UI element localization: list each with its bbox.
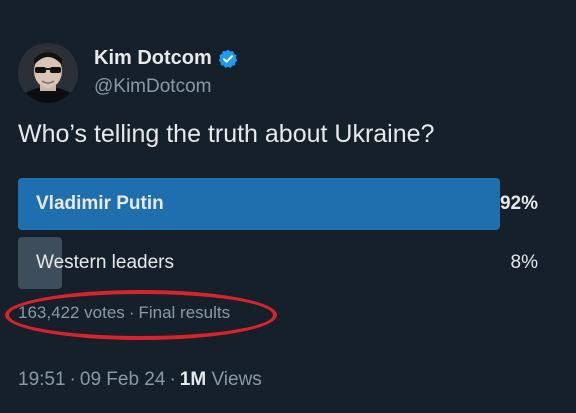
verified-badge-icon[interactable] xyxy=(218,49,238,69)
tweet-date[interactable]: 09 Feb 24 xyxy=(80,369,166,390)
author-handle[interactable]: @KimDotcom xyxy=(94,76,211,98)
tweet-text: Who’s telling the truth about Ukraine? xyxy=(18,120,435,148)
tweet: Kim Dotcom @KimDotcom Who’s telling the … xyxy=(0,0,576,413)
views-label: Views xyxy=(211,369,262,390)
poll-option-label: Vladimir Putin xyxy=(36,193,164,214)
poll-option-vladimir-putin: Vladimir Putin 92% xyxy=(18,178,542,230)
meta-separator: · xyxy=(169,369,176,390)
poll-option-percent: 92% xyxy=(499,193,538,214)
tweet-meta: 19:51 · 09 Feb 24 · 1M Views xyxy=(18,369,262,391)
poll-option-percent: 8% xyxy=(510,252,538,273)
avatar[interactable] xyxy=(18,43,78,103)
tweet-time[interactable]: 19:51 xyxy=(18,369,66,390)
author-name-row: Kim Dotcom xyxy=(94,47,238,70)
views-count[interactable]: 1M xyxy=(180,369,206,390)
red-highlight-circle xyxy=(5,290,277,340)
author-name[interactable]: Kim Dotcom xyxy=(94,47,212,70)
meta-separator: · xyxy=(69,369,76,390)
avatar-image xyxy=(18,43,78,103)
poll-option-western-leaders: Western leaders 8% xyxy=(18,237,542,289)
poll-option-label: Western leaders xyxy=(36,252,174,273)
